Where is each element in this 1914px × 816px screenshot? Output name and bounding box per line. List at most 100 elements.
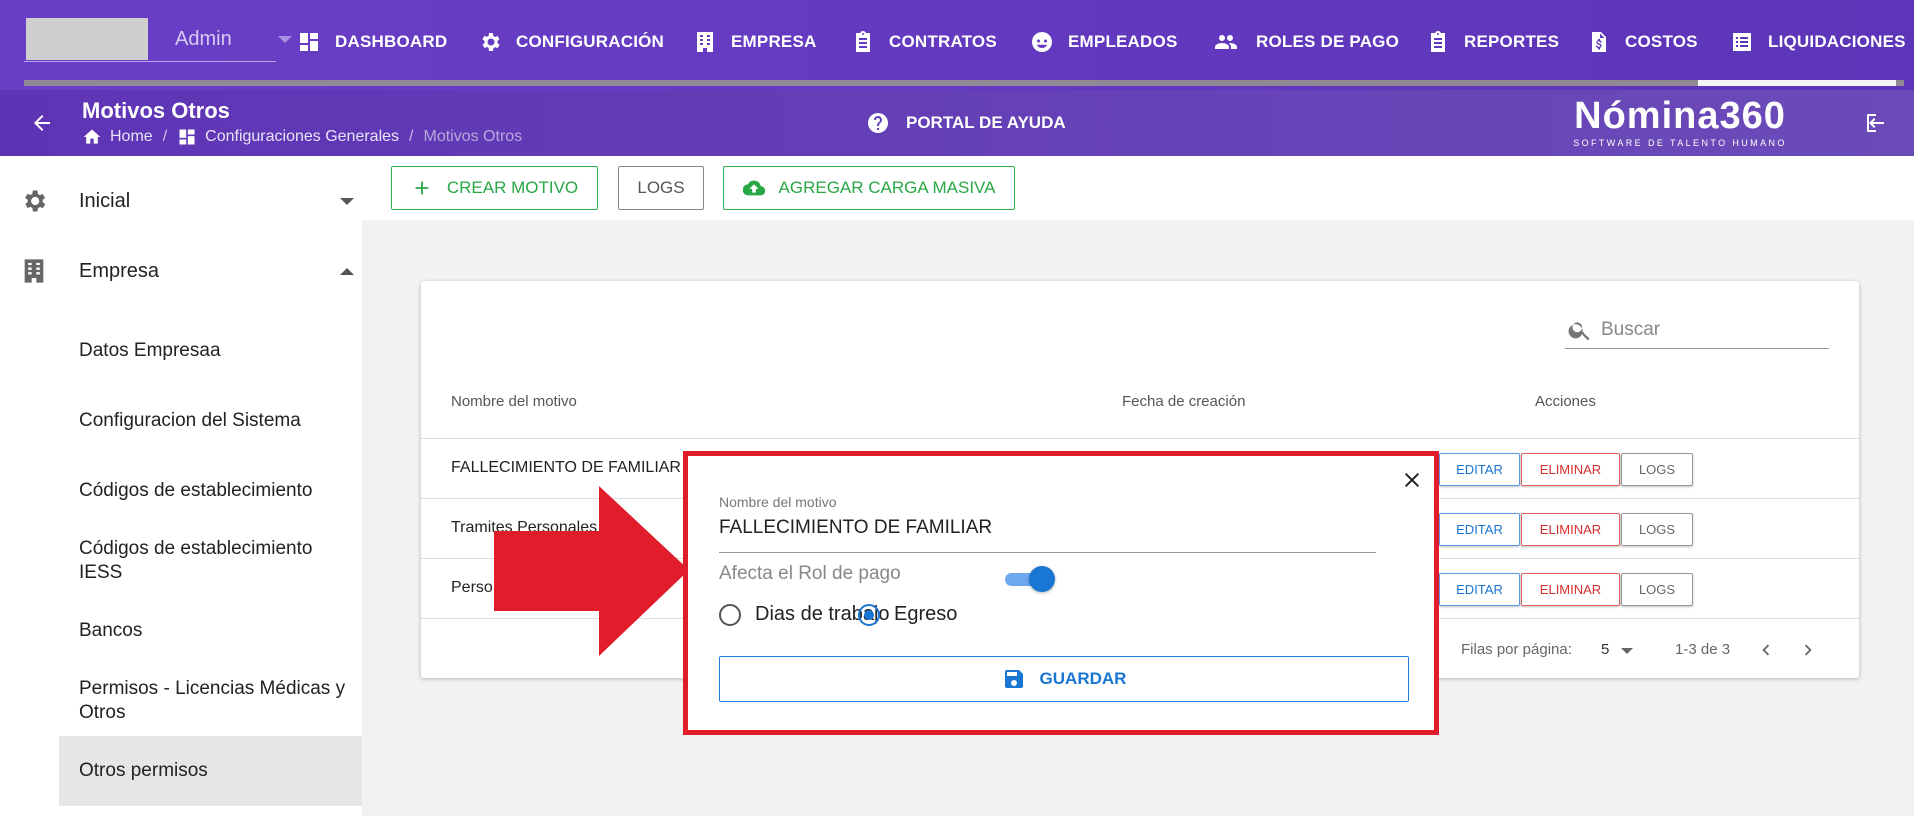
affects-payroll-toggle[interactable] [1005, 564, 1055, 594]
edit-button[interactable]: EDITAR [1439, 513, 1520, 546]
chevron-right-icon[interactable] [1797, 639, 1819, 661]
radio-unchecked-icon [719, 603, 741, 626]
nav-contratos[interactable]: CONTRATOS [851, 28, 997, 56]
sidebar-item-configuracion-sistema[interactable]: Configuracion del Sistema [79, 409, 359, 433]
sidebar-section-empresa[interactable]: Empresa [0, 240, 362, 302]
button-label: LOGS [637, 178, 685, 197]
nav-liquidaciones[interactable]: LIQUIDACIONES [1730, 28, 1906, 56]
chevron-down-icon [1621, 648, 1633, 654]
delete-button[interactable]: ELIMINAR [1521, 573, 1620, 606]
sidebar-section-label: Inicial [79, 189, 131, 212]
column-header-acciones: Acciones [1535, 393, 1596, 410]
edit-button[interactable]: EDITAR [1439, 453, 1520, 486]
help-label: PORTAL DE AYUDA [906, 113, 1066, 132]
nav-label: DASHBOARD [335, 32, 448, 51]
bulk-upload-button[interactable]: AGREGAR CARGA MASIVA [723, 166, 1015, 210]
plus-icon [415, 181, 429, 195]
dashboard-icon [300, 33, 318, 51]
motivo-name-label: Nombre del motivo [719, 494, 837, 510]
radio-label: Egreso [894, 603, 958, 625]
rows-per-page-label: Filas por página: [1461, 641, 1572, 658]
logout-icon[interactable] [1864, 111, 1888, 135]
sidebar-item-bancos[interactable]: Bancos [79, 619, 359, 643]
loading-bar [24, 80, 1904, 86]
sidebar-item-datos-empresa[interactable]: Datos Empresaa [79, 339, 359, 363]
logs-button[interactable]: LOGS [618, 166, 704, 210]
breadcrumb-home[interactable]: Home [110, 128, 153, 146]
search-placeholder: Buscar [1601, 319, 1661, 340]
motivo-name-input[interactable]: FALLECIMIENTO DE FAMILIAR [719, 517, 992, 539]
nav-label: CONTRATOS [889, 32, 997, 51]
nav-empleados[interactable]: EMPLEADOS [1030, 28, 1177, 56]
nav-label: EMPLEADOS [1068, 32, 1178, 51]
chevron-down-icon [278, 36, 292, 43]
breadcrumb-separator: / [409, 128, 414, 145]
nav-reportes[interactable]: REPORTES [1426, 28, 1559, 56]
breadcrumb-separator: / [162, 128, 168, 145]
save-button[interactable]: GUARDAR [719, 656, 1409, 702]
search-icon [1568, 322, 1590, 341]
column-header-nombre[interactable]: Nombre del motivo [451, 393, 577, 410]
logs-button[interactable]: LOGS [1621, 453, 1693, 486]
nav-configuracion[interactable]: CONFIGURACIÓN [478, 28, 664, 56]
radio-checked-icon [858, 603, 880, 626]
sidebar-item-permisos-licencias[interactable]: Permisos - Licencias Médicas y Otros [79, 677, 359, 725]
logs-button[interactable]: LOGS [1621, 573, 1693, 606]
brand-logo: Nómina360 SOFTWARE DE TALENTO HUMANO [1568, 94, 1792, 148]
clipboard-icon [856, 31, 870, 52]
page-header: Motivos Otros Home / Configuraciones Gen… [0, 90, 1914, 156]
edit-motivo-dialog: Nombre del motivo FALLECIMIENTO DE FAMIL… [683, 451, 1439, 735]
close-icon[interactable] [1400, 468, 1424, 492]
delete-button[interactable]: ELIMINAR [1521, 453, 1620, 486]
gear-icon [482, 33, 500, 51]
sidebar-item-codigos-iess[interactable]: Códigos de establecimiento IESS [79, 537, 359, 585]
page-title: Motivos Otros [82, 98, 230, 123]
breadcrumb-configuraciones[interactable]: Configuraciones Generales [205, 128, 399, 146]
rows-per-page-select[interactable]: 5 [1601, 641, 1609, 658]
sidebar-section-inicial[interactable]: Inicial [0, 170, 362, 232]
affects-payroll-label: Afecta el Rol de pago [719, 563, 901, 584]
nav-empresa[interactable]: EMPRESA [693, 28, 816, 56]
arrow-back-icon[interactable] [30, 111, 54, 135]
sidebar-item-otros-permisos[interactable]: Otros permisos [79, 759, 359, 783]
list-icon [1733, 33, 1751, 51]
building-icon [697, 32, 713, 52]
input-underline [719, 552, 1376, 553]
avatar [26, 18, 148, 60]
help-portal-link[interactable]: PORTAL DE AYUDA [866, 111, 1066, 135]
column-header-fecha[interactable]: Fecha de creación [1122, 393, 1245, 410]
chevron-down-icon [340, 197, 354, 205]
search-input[interactable]: Buscar [1565, 309, 1829, 349]
floppy-disk-icon [1004, 670, 1023, 688]
chevron-left-icon[interactable] [1755, 639, 1777, 661]
edit-button[interactable]: EDITAR [1439, 573, 1520, 606]
sidebar-item-codigos-establecimiento[interactable]: Códigos de establecimiento [79, 479, 359, 503]
loading-bar-fill [1698, 80, 1896, 86]
cloud-upload-icon [742, 180, 765, 196]
nav-label: COSTOS [1625, 32, 1698, 51]
logs-button[interactable]: LOGS [1621, 513, 1693, 546]
nav-roles-de-pago[interactable]: ROLES DE PAGO [1210, 28, 1399, 56]
nav-label: ROLES DE PAGO [1256, 32, 1400, 51]
logo-tagline: SOFTWARE DE TALENTO HUMANO [1573, 138, 1787, 148]
nav-dashboard[interactable]: DASHBOARD [297, 28, 447, 56]
page-range: 1-3 de 3 [1675, 641, 1731, 658]
dashboard-icon [179, 129, 195, 145]
clipboard-icon [1431, 31, 1445, 52]
button-label: GUARDAR [1039, 669, 1127, 688]
radio-egreso[interactable]: Egreso [858, 603, 957, 626]
nav-label: EMPRESA [731, 32, 817, 51]
user-selector[interactable]: Admin [24, 16, 292, 62]
home-icon [83, 129, 101, 144]
row-name: FALLECIMIENTO DE FAMILIAR [451, 459, 681, 476]
toggle-knob [1029, 566, 1055, 592]
face-icon [1032, 32, 1052, 52]
nav-costos[interactable]: COSTOS [1587, 28, 1698, 56]
create-motivo-button[interactable]: CREAR MOTIVO [391, 166, 598, 210]
row-name: Perso [451, 579, 493, 596]
nav-label: REPORTES [1464, 32, 1560, 51]
chevron-up-icon [340, 267, 354, 275]
invoice-dollar-icon [1592, 32, 1606, 52]
delete-button[interactable]: ELIMINAR [1521, 513, 1620, 546]
sidebar: Inicial Empresa Datos Empresaa Configura… [0, 156, 362, 816]
